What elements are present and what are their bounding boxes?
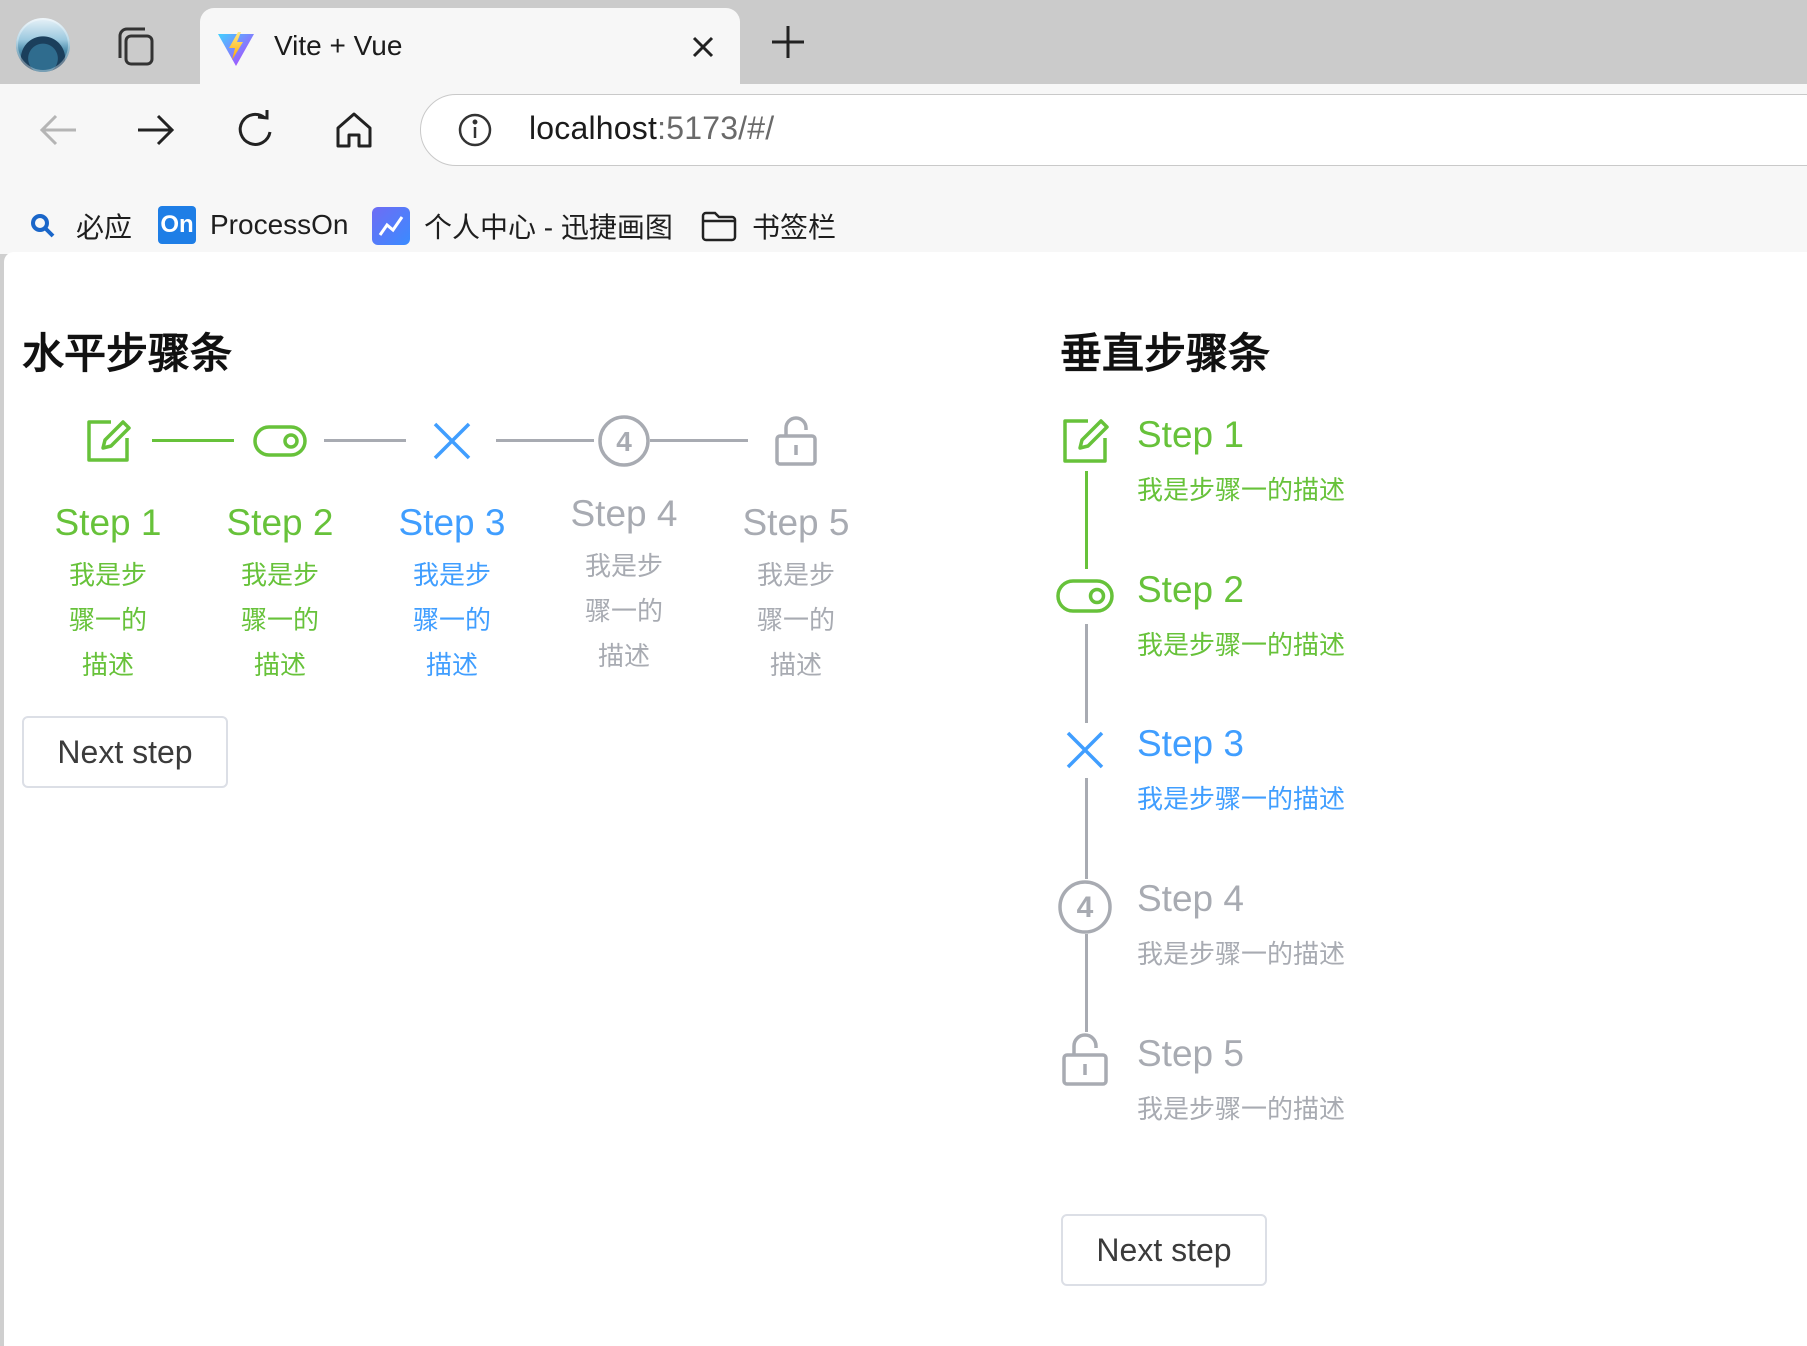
step-connector: [152, 439, 234, 442]
unlock-icon: [1062, 1033, 1108, 1086]
site-info-icon[interactable]: [457, 112, 493, 148]
step-title: Step 4: [570, 493, 678, 534]
step-connector: [496, 439, 594, 442]
step-description: 我是步骤一的描述: [1137, 785, 1346, 815]
bookmark-processon[interactable]: On ProcessOn: [158, 206, 349, 244]
step-connector: [1085, 624, 1088, 723]
next-step-button[interactable]: Next step: [1061, 1214, 1267, 1286]
toggle-icon: [253, 425, 307, 457]
vertical-steps-title: 垂直步骤条: [1060, 330, 1271, 377]
vite-logo-icon: [218, 32, 254, 66]
bookmarks-bar: 必应 On ProcessOn 个人中心 - 迅捷画图 书签栏: [0, 184, 1807, 254]
refresh-icon[interactable]: [232, 106, 280, 154]
navigation-bar: localhost:5173/#/ 必应 On ProcessOn 个人中心 -…: [0, 84, 1807, 254]
edit-icon: [87, 420, 131, 462]
close-icon: [433, 422, 471, 460]
bookmark-folder[interactable]: 书签栏: [700, 206, 836, 246]
step-connector: [1085, 471, 1088, 569]
forward-icon[interactable]: [132, 106, 180, 154]
step-title: Step 5: [742, 502, 850, 543]
next-step-button[interactable]: Next step: [22, 716, 228, 788]
unlock-icon: [775, 416, 817, 466]
step-description: 我是步骤一的描述: [1137, 476, 1346, 506]
step-title: Step 4: [1137, 878, 1244, 919]
step-title: Step 5: [1137, 1033, 1244, 1074]
step-connector: [650, 439, 748, 442]
step-number: 4: [1077, 891, 1094, 924]
step-description: 我是步骤一的描述: [1137, 631, 1346, 661]
step-title: Step 1: [1137, 414, 1244, 455]
url-path: :5173/#/: [657, 110, 775, 146]
bookmark-label: ProcessOn: [210, 209, 349, 240]
step-title: Step 3: [398, 502, 506, 543]
new-tab-icon[interactable]: [768, 22, 808, 62]
profile-avatar[interactable]: [16, 18, 70, 72]
bookmark-label: 必应: [76, 212, 133, 243]
step-description: 我是步骤一的描述: [756, 561, 835, 681]
processon-icon: On: [158, 206, 196, 244]
step-title: Step 3: [1137, 723, 1244, 764]
close-tab-icon[interactable]: [686, 30, 720, 64]
step-connector: [1085, 934, 1088, 1032]
step-connector: [1085, 778, 1088, 879]
step-title: Step 2: [1137, 569, 1244, 610]
search-icon: [24, 207, 62, 245]
bookmark-xunjie[interactable]: 个人中心 - 迅捷画图: [372, 206, 673, 246]
step-number: 4: [616, 426, 632, 457]
step-title: Step 2: [226, 502, 334, 543]
number-icon: 4: [598, 415, 650, 467]
bookmark-bing[interactable]: 必应: [24, 206, 132, 246]
url-text[interactable]: localhost:5173/#/: [529, 110, 774, 147]
bookmark-label: 书签栏: [752, 212, 837, 243]
tab-title: Vite + Vue: [274, 30, 403, 61]
back-icon[interactable]: [34, 106, 82, 154]
chart-app-icon: [372, 207, 410, 245]
step-description: 我是步骤一的描述: [1137, 1095, 1346, 1125]
step-description: 我是步骤一的描述: [68, 561, 147, 681]
edit-icon: [1063, 419, 1109, 463]
number-icon: 4: [1058, 880, 1112, 934]
tab-actions-icon[interactable]: [108, 22, 160, 72]
horizontal-steps-title: 水平步骤条: [22, 330, 233, 377]
step-description: 我是步骤一的描述: [584, 552, 663, 672]
close-icon: [1066, 731, 1104, 769]
tab-bar: Vite + Vue: [0, 0, 1807, 84]
toggle-icon: [1056, 579, 1114, 613]
step-description: 我是步骤一的描述: [412, 561, 491, 681]
url-host: localhost: [529, 110, 658, 146]
step-title: Step 1: [54, 502, 162, 543]
step-description: 我是步骤一的描述: [1137, 940, 1346, 970]
address-bar[interactable]: localhost:5173/#/: [420, 94, 1807, 166]
bookmark-label: 个人中心 - 迅捷画图: [424, 212, 673, 243]
step-connector: [324, 439, 406, 442]
folder-icon: [700, 207, 738, 245]
home-icon[interactable]: [330, 106, 378, 154]
step-description: 我是步骤一的描述: [240, 561, 319, 681]
browser-tab[interactable]: Vite + Vue: [200, 8, 740, 84]
